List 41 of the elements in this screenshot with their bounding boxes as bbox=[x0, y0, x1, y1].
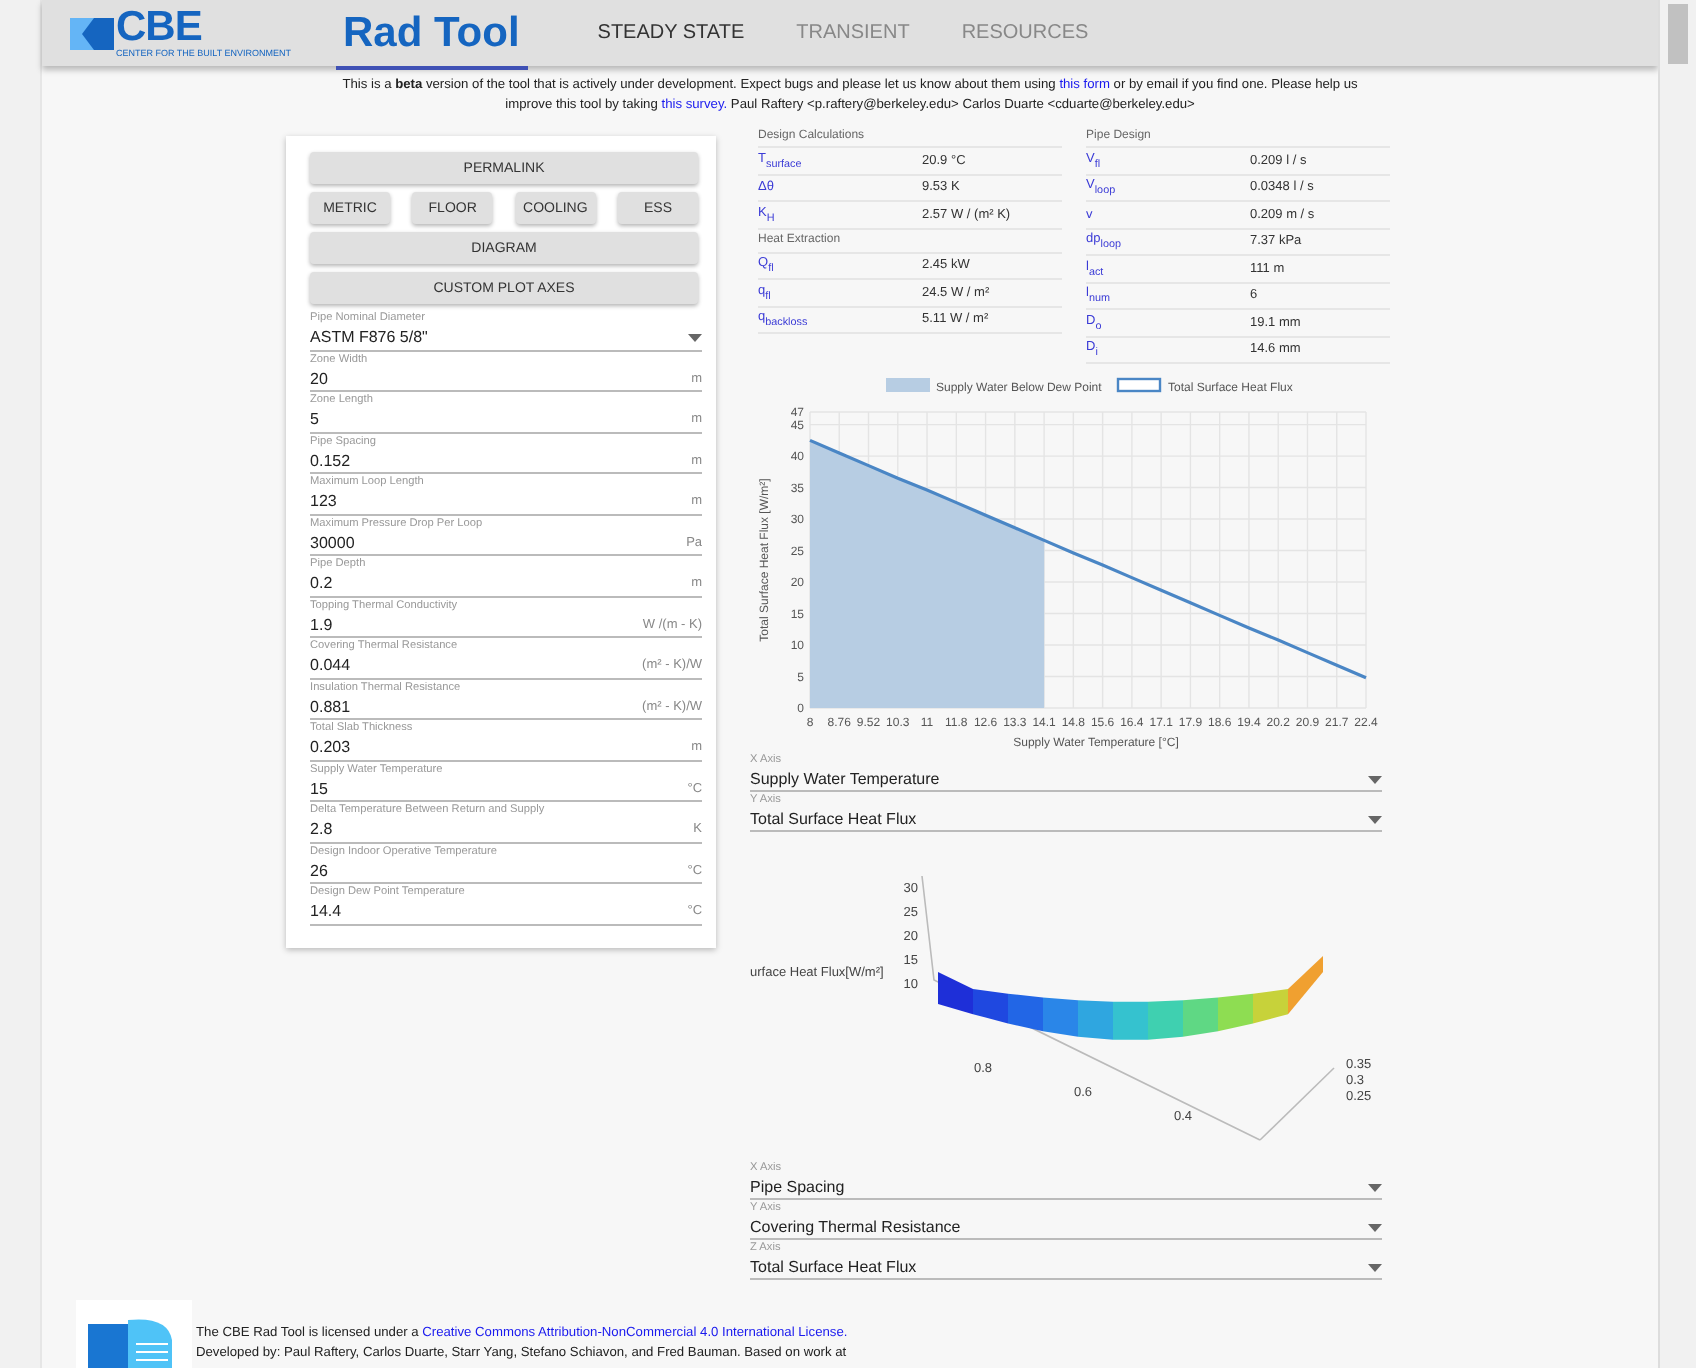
select-field[interactable]: ASTM F876 5/8" bbox=[310, 326, 703, 351]
input-field[interactable]: 2.8 bbox=[310, 820, 333, 839]
legend-swatch bbox=[1116, 377, 1162, 393]
input-field[interactable]: 0.881 bbox=[310, 697, 351, 716]
input-field[interactable]: 20 bbox=[310, 369, 328, 388]
input-field[interactable]: 15 bbox=[310, 779, 328, 798]
axis-select[interactable]: Pipe Spacing bbox=[750, 1176, 1383, 1200]
surface-band bbox=[973, 989, 1009, 1024]
surface-band bbox=[1148, 1000, 1184, 1040]
caret-icon bbox=[1368, 1183, 1383, 1191]
caret-icon bbox=[1368, 1263, 1383, 1271]
input-field[interactable]: 0.203 bbox=[310, 738, 351, 757]
caret-icon bbox=[1368, 815, 1383, 823]
surface-band bbox=[1218, 993, 1254, 1032]
surface-band bbox=[1113, 1001, 1149, 1040]
app-title[interactable]: Rad Tool bbox=[335, 9, 528, 69]
input-field[interactable]: 14.4 bbox=[310, 902, 342, 921]
legend-swatch bbox=[886, 378, 931, 392]
axis-select[interactable]: Total Surface Heat Flux bbox=[750, 808, 1383, 832]
input-field[interactable]: 5 bbox=[310, 410, 319, 429]
logo-icon bbox=[70, 17, 114, 49]
caret-icon bbox=[1368, 775, 1383, 783]
surface-band bbox=[1078, 1000, 1114, 1040]
surface-band bbox=[1183, 997, 1219, 1037]
input-field[interactable]: 123 bbox=[310, 492, 337, 511]
logo-text: CBE bbox=[116, 8, 202, 48]
input-field[interactable]: 0.152 bbox=[310, 451, 351, 470]
axis-select[interactable]: Total Surface Heat Flux bbox=[750, 1256, 1383, 1280]
input-field[interactable]: 30000 bbox=[310, 533, 355, 552]
nav-tab[interactable]: STEADY STATE bbox=[571, 22, 771, 44]
caret-icon bbox=[1368, 1223, 1383, 1231]
surface-band bbox=[938, 972, 974, 1015]
caret-icon bbox=[688, 333, 703, 342]
axis-select[interactable]: Supply Water Temperature bbox=[750, 768, 1383, 792]
input-field[interactable]: 1.9 bbox=[310, 615, 333, 634]
input-field[interactable]: 0.044 bbox=[310, 656, 351, 675]
axis-select[interactable]: Covering Thermal Resistance bbox=[750, 1216, 1383, 1240]
surface-band bbox=[1008, 993, 1044, 1032]
input-field[interactable]: 0.2 bbox=[310, 574, 333, 593]
input-field[interactable]: 26 bbox=[310, 861, 328, 880]
surface-band bbox=[1043, 997, 1079, 1037]
